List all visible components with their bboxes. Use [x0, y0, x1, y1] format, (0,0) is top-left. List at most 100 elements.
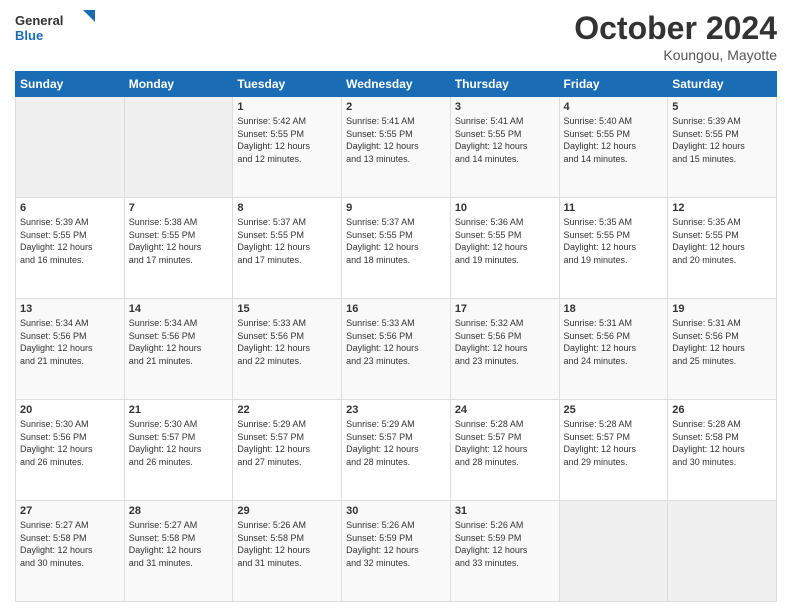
day-number: 18: [564, 303, 664, 315]
day-cell: 16 Sunrise: 5:33 AM Sunset: 5:56 PM Dayli…: [342, 299, 451, 400]
day-cell: 8Sunrise: 5:37 AM Sunset: 5:55 PM Daylig…: [233, 198, 342, 299]
day-info: Sunrise: 5:29 AM Sunset: 5:57 PM Dayligh…: [346, 418, 446, 468]
day-number: 19: [672, 303, 772, 315]
day-number: 7: [129, 202, 229, 214]
day-cell: 22Sunrise: 5:29 AM Sunset: 5:57 PM Dayli…: [233, 400, 342, 501]
logo-svg: General Blue: [15, 10, 95, 50]
day-info: Sunrise: 5:42 AM Sunset: 5:55 PM Dayligh…: [237, 115, 337, 165]
col-tuesday: Tuesday: [233, 72, 342, 97]
day-cell: 28Sunrise: 5:27 AM Sunset: 5:58 PM Dayli…: [124, 501, 233, 602]
col-sunday: Sunday: [16, 72, 125, 97]
day-number: 6: [20, 202, 120, 214]
day-number: 17: [455, 303, 555, 315]
day-cell: 26 Sunrise: 5:28 AM Sunset: 5:58 PM Dayli…: [668, 400, 777, 501]
day-number: 26: [672, 404, 772, 416]
page: General Blue October 2024 Koungou, Mayot…: [0, 0, 792, 612]
day-cell: 2Sunrise: 5:41 AM Sunset: 5:55 PM Daylig…: [342, 97, 451, 198]
day-cell: 15 Sunrise: 5:33 AM Sunset: 5:56 PM Dayli…: [233, 299, 342, 400]
day-cell: 27 Sunrise: 5:27 AM Sunset: 5:58 PM Dayli…: [16, 501, 125, 602]
day-info: Sunrise: 5:31 AM Sunset: 5:56 PM Dayligh…: [564, 317, 664, 367]
day-number: 1: [237, 101, 337, 113]
day-info: Sunrise: 5:36 AM Sunset: 5:55 PM Dayligh…: [455, 216, 555, 266]
day-cell: 25Sunrise: 5:28 AM Sunset: 5:57 PM Dayli…: [559, 400, 668, 501]
day-info: Sunrise: 5:26 AM Sunset: 5:58 PM Dayligh…: [237, 519, 337, 569]
day-info: Sunrise: 5:34 AM Sunset: 5:56 PM Dayligh…: [129, 317, 229, 367]
week-row-5: 27 Sunrise: 5:27 AM Sunset: 5:58 PM Dayli…: [16, 501, 777, 602]
calendar-table: Sunday Monday Tuesday Wednesday Thursday…: [15, 71, 777, 602]
day-cell: 14Sunrise: 5:34 AM Sunset: 5:56 PM Dayli…: [124, 299, 233, 400]
day-info: Sunrise: 5:34 AM Sunset: 5:56 PM Dayligh…: [20, 317, 120, 367]
day-number: 15: [237, 303, 337, 315]
calendar-header: Sunday Monday Tuesday Wednesday Thursday…: [16, 72, 777, 97]
day-cell: 10 Sunrise: 5:36 AM Sunset: 5:55 PM Dayli…: [450, 198, 559, 299]
day-number: 24: [455, 404, 555, 416]
day-number: 23: [346, 404, 446, 416]
week-row-3: 13 Sunrise: 5:34 AM Sunset: 5:56 PM Dayli…: [16, 299, 777, 400]
day-cell: 3 Sunrise: 5:41 AM Sunset: 5:55 PM Daylig…: [450, 97, 559, 198]
day-number: 3: [455, 101, 555, 113]
day-cell: [668, 501, 777, 602]
day-number: 27: [20, 505, 120, 517]
day-number: 13: [20, 303, 120, 315]
col-wednesday: Wednesday: [342, 72, 451, 97]
day-info: Sunrise: 5:28 AM Sunset: 5:58 PM Dayligh…: [672, 418, 772, 468]
day-info: Sunrise: 5:27 AM Sunset: 5:58 PM Dayligh…: [20, 519, 120, 569]
day-number: 16: [346, 303, 446, 315]
logo: General Blue: [15, 10, 95, 50]
header-row: Sunday Monday Tuesday Wednesday Thursday…: [16, 72, 777, 97]
day-cell: 13 Sunrise: 5:34 AM Sunset: 5:56 PM Dayli…: [16, 299, 125, 400]
day-info: Sunrise: 5:32 AM Sunset: 5:56 PM Dayligh…: [455, 317, 555, 367]
day-cell: 21 Sunrise: 5:30 AM Sunset: 5:57 PM Dayli…: [124, 400, 233, 501]
day-info: Sunrise: 5:37 AM Sunset: 5:55 PM Dayligh…: [346, 216, 446, 266]
day-number: 4: [564, 101, 664, 113]
day-info: Sunrise: 5:28 AM Sunset: 5:57 PM Dayligh…: [455, 418, 555, 468]
calendar-body: 1 Sunrise: 5:42 AM Sunset: 5:55 PM Daylig…: [16, 97, 777, 602]
day-number: 5: [672, 101, 772, 113]
day-number: 10: [455, 202, 555, 214]
day-number: 28: [129, 505, 229, 517]
day-cell: 9Sunrise: 5:37 AM Sunset: 5:55 PM Daylig…: [342, 198, 451, 299]
day-info: Sunrise: 5:35 AM Sunset: 5:55 PM Dayligh…: [564, 216, 664, 266]
month-title: October 2024: [574, 10, 777, 47]
header: General Blue October 2024 Koungou, Mayot…: [15, 10, 777, 63]
col-thursday: Thursday: [450, 72, 559, 97]
day-info: Sunrise: 5:30 AM Sunset: 5:56 PM Dayligh…: [20, 418, 120, 468]
day-cell: 23 Sunrise: 5:29 AM Sunset: 5:57 PM Dayli…: [342, 400, 451, 501]
day-cell: 19 Sunrise: 5:31 AM Sunset: 5:56 PM Dayli…: [668, 299, 777, 400]
day-cell: 5 Sunrise: 5:39 AM Sunset: 5:55 PM Daylig…: [668, 97, 777, 198]
day-number: 12: [672, 202, 772, 214]
day-cell: 12 Sunrise: 5:35 AM Sunset: 5:55 PM Dayli…: [668, 198, 777, 299]
day-cell: 20Sunrise: 5:30 AM Sunset: 5:56 PM Dayli…: [16, 400, 125, 501]
col-saturday: Saturday: [668, 72, 777, 97]
col-friday: Friday: [559, 72, 668, 97]
day-info: Sunrise: 5:33 AM Sunset: 5:56 PM Dayligh…: [346, 317, 446, 367]
day-cell: 11 Sunrise: 5:35 AM Sunset: 5:55 PM Dayli…: [559, 198, 668, 299]
day-cell: 31 Sunrise: 5:26 AM Sunset: 5:59 PM Dayli…: [450, 501, 559, 602]
day-info: Sunrise: 5:41 AM Sunset: 5:55 PM Dayligh…: [455, 115, 555, 165]
day-info: Sunrise: 5:28 AM Sunset: 5:57 PM Dayligh…: [564, 418, 664, 468]
week-row-4: 20Sunrise: 5:30 AM Sunset: 5:56 PM Dayli…: [16, 400, 777, 501]
day-number: 11: [564, 202, 664, 214]
day-info: Sunrise: 5:39 AM Sunset: 5:55 PM Dayligh…: [672, 115, 772, 165]
day-cell: 18 Sunrise: 5:31 AM Sunset: 5:56 PM Dayli…: [559, 299, 668, 400]
day-number: 31: [455, 505, 555, 517]
day-info: Sunrise: 5:30 AM Sunset: 5:57 PM Dayligh…: [129, 418, 229, 468]
day-cell: [124, 97, 233, 198]
day-number: 29: [237, 505, 337, 517]
week-row-1: 1 Sunrise: 5:42 AM Sunset: 5:55 PM Daylig…: [16, 97, 777, 198]
day-cell: 4Sunrise: 5:40 AM Sunset: 5:55 PM Daylig…: [559, 97, 668, 198]
day-number: 21: [129, 404, 229, 416]
day-cell: 1 Sunrise: 5:42 AM Sunset: 5:55 PM Daylig…: [233, 97, 342, 198]
day-cell: 24 Sunrise: 5:28 AM Sunset: 5:57 PM Dayli…: [450, 400, 559, 501]
day-info: Sunrise: 5:39 AM Sunset: 5:55 PM Dayligh…: [20, 216, 120, 266]
day-info: Sunrise: 5:33 AM Sunset: 5:56 PM Dayligh…: [237, 317, 337, 367]
day-info: Sunrise: 5:31 AM Sunset: 5:56 PM Dayligh…: [672, 317, 772, 367]
day-info: Sunrise: 5:41 AM Sunset: 5:55 PM Dayligh…: [346, 115, 446, 165]
day-info: Sunrise: 5:26 AM Sunset: 5:59 PM Dayligh…: [455, 519, 555, 569]
day-cell: 7Sunrise: 5:38 AM Sunset: 5:55 PM Daylig…: [124, 198, 233, 299]
day-info: Sunrise: 5:26 AM Sunset: 5:59 PM Dayligh…: [346, 519, 446, 569]
day-number: 8: [237, 202, 337, 214]
day-info: Sunrise: 5:35 AM Sunset: 5:55 PM Dayligh…: [672, 216, 772, 266]
day-info: Sunrise: 5:29 AM Sunset: 5:57 PM Dayligh…: [237, 418, 337, 468]
day-cell: 17 Sunrise: 5:32 AM Sunset: 5:56 PM Dayli…: [450, 299, 559, 400]
